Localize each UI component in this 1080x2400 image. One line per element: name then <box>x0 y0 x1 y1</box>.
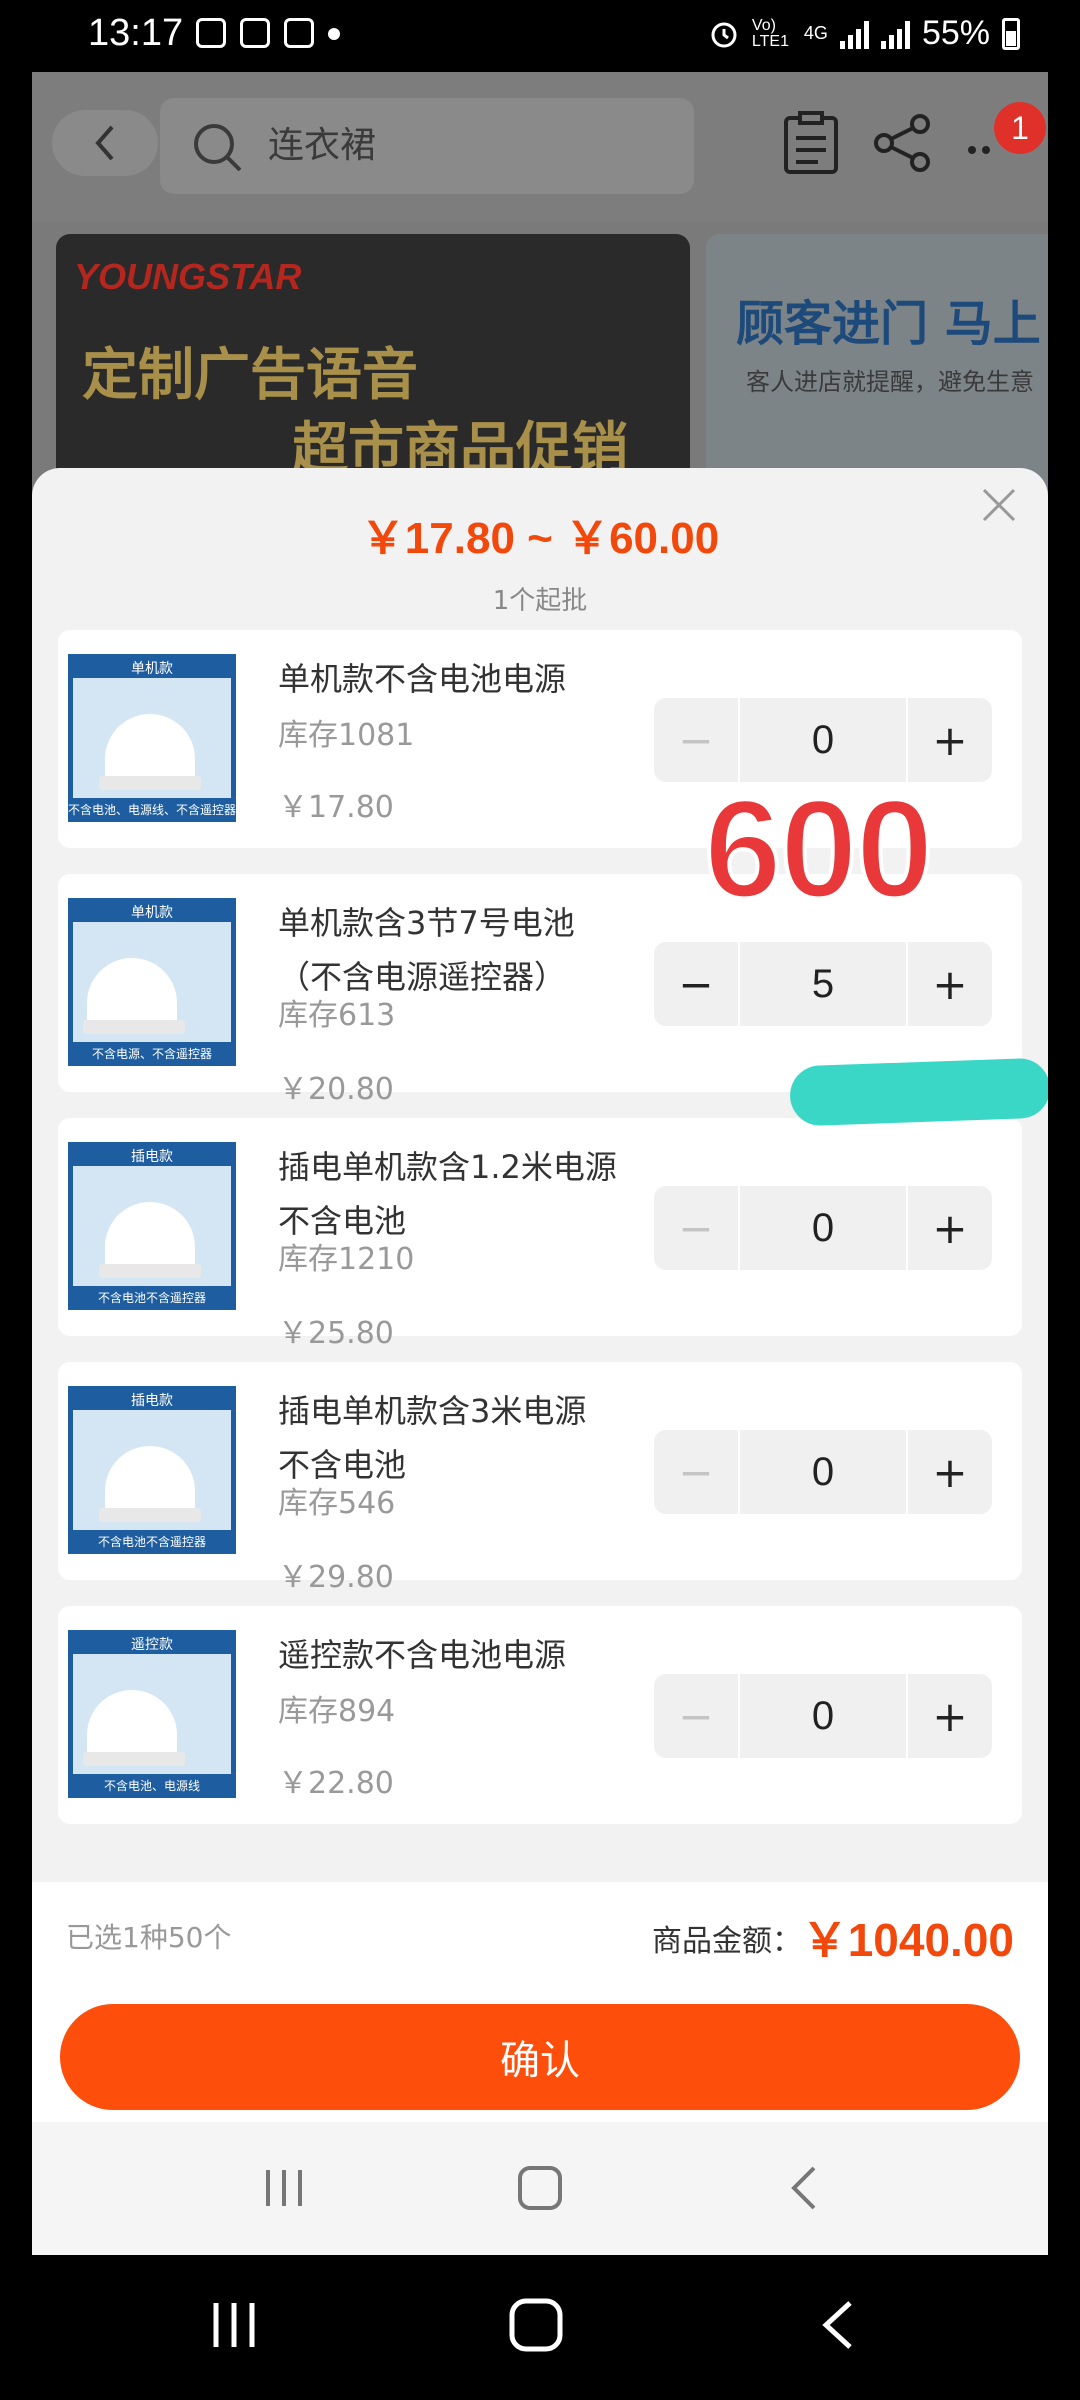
signal-icon-2 <box>880 19 910 49</box>
app-notification-icon <box>240 18 270 48</box>
order-summary: 已选1种50个 商品金额： ￥1040.00 <box>32 1882 1048 1982</box>
increment-button[interactable]: + <box>908 942 992 1026</box>
more-notifications-dot-icon <box>328 28 340 40</box>
decrement-button[interactable]: − <box>654 1674 738 1758</box>
confirm-bar: 确认 <box>32 1982 1048 2122</box>
decrement-button[interactable]: − <box>654 942 738 1026</box>
product-thumbnail: 插电款 不含电池不含遥控器 <box>68 1142 236 1310</box>
banner-subtitle: 客人进店就提醒，避免生意 <box>746 368 1034 396</box>
product-thumbnail: 单机款 不含电池、电源线、不含遥控器 <box>68 654 236 822</box>
quantity-stepper: − + <box>654 1430 992 1514</box>
search-input[interactable] <box>268 120 668 170</box>
search-icon <box>194 124 242 172</box>
price-range: ￥17.80 ~ ￥60.00 <box>360 514 720 563</box>
promo-banner-left[interactable]: YOUNGSTAR 定制广告语音 超市商品促销 <box>56 234 690 494</box>
back-icon[interactable] <box>810 2295 870 2355</box>
sku-selection-sheet: ￥17.80 ~ ￥60.00 1个起批 单机款 不含电池、电源线、不含遥控器 … <box>32 468 1048 2118</box>
annotation-overlay-text: 600 <box>702 768 936 929</box>
product-price: ￥17.80 <box>278 790 394 825</box>
thumb-tag: 插电款 <box>131 1393 173 1409</box>
decrement-button[interactable]: − <box>654 1186 738 1270</box>
quantity-input[interactable] <box>740 1430 906 1514</box>
product-price: ￥22.80 <box>278 1766 394 1801</box>
product-stock: 库存1081 <box>278 718 415 753</box>
product-thumbnail: 单机款 不含电源、不含遥控器 <box>68 898 236 1066</box>
shopping-bag-icon <box>196 18 226 48</box>
quantity-stepper: − + <box>654 942 992 1026</box>
home-icon[interactable] <box>506 2295 566 2355</box>
chevron-left-icon <box>95 125 114 161</box>
back-icon[interactable] <box>776 2158 836 2218</box>
home-icon[interactable] <box>510 2158 570 2218</box>
product-stock: 库存1210 <box>278 1242 415 1277</box>
system-nav-bar <box>0 2255 1080 2400</box>
thumb-caption: 不含电池、电源线、不含遥控器 <box>68 803 236 817</box>
promo-banner-right[interactable]: 顾客进门 马上 客人进店就提醒，避免生意 <box>706 234 1048 494</box>
min-order-qty: 1个起批 <box>492 586 588 616</box>
top-bar: 1 <box>32 72 1048 222</box>
clipboard-icon[interactable] <box>778 110 844 176</box>
app-nav-bar <box>32 2122 1048 2255</box>
thumb-tag: 单机款 <box>131 905 173 921</box>
product-stock: 库存546 <box>278 1486 396 1521</box>
volte-label: Vo) LTE1 <box>751 16 789 50</box>
quantity-input[interactable] <box>740 942 906 1026</box>
status-right: Vo) LTE1 4G 55% <box>708 14 1020 53</box>
product-name: 单机款不含电池电源 <box>278 660 567 698</box>
gallery-icon <box>284 18 314 48</box>
increment-button[interactable]: + <box>908 1430 992 1514</box>
thumb-caption: 不含电池不含遥控器 <box>97 1291 206 1305</box>
thumb-tag: 单机款 <box>131 661 173 677</box>
product-thumbnail: 插电款 不含电池不含遥控器 <box>68 1386 236 1554</box>
redaction-scribble <box>789 1057 1048 1127</box>
search-box[interactable] <box>160 98 694 194</box>
notification-icons <box>196 18 340 48</box>
back-button[interactable] <box>52 110 158 176</box>
status-bar: 13:17 Vo) LTE1 4G 55% <box>0 0 1080 72</box>
thumb-caption: 不含电池不含遥控器 <box>97 1535 206 1549</box>
signal-icon <box>839 19 869 49</box>
product-card: 插电款 不含电池不含遥控器 插电单机款含1.2米电源不含电池 库存1210 ￥2… <box>58 1118 1022 1351</box>
thumb-caption: 不含电源、不含遥控器 <box>91 1047 212 1061</box>
product-name: 插电单机款含3米电源不含电池 <box>278 1392 587 1484</box>
confirm-button[interactable]: 确认 <box>60 2004 1020 2110</box>
network-type: 4G <box>803 23 828 43</box>
increment-button[interactable]: + <box>908 1674 992 1758</box>
product-name: 单机款含3节7号电池（不含电源遥控器） <box>278 904 575 996</box>
product-stock: 库存894 <box>278 1694 396 1729</box>
increment-button[interactable]: + <box>908 1186 992 1270</box>
status-time: 13:17 <box>88 12 184 54</box>
share-icon[interactable] <box>870 110 936 176</box>
product-card: 插电款 不含电池不含遥控器 插电单机款含3米电源不含电池 库存546 ￥29.8… <box>58 1362 1022 1595</box>
product-price: ￥29.80 <box>278 1560 394 1595</box>
brand-logo: YOUNGSTAR <box>74 256 302 297</box>
quantity-stepper: − + <box>654 1674 992 1758</box>
alarm-icon <box>711 22 737 47</box>
quantity-input[interactable] <box>740 1186 906 1270</box>
notification-badge: 1 <box>994 102 1046 154</box>
quantity-input[interactable] <box>740 1674 906 1758</box>
thumb-caption: 不含电池、电源线 <box>103 1779 200 1793</box>
product-card: 遥控款 不含电池、电源线 遥控款不含电池电源 库存894 ￥22.80 − + <box>58 1606 1022 1824</box>
selected-count: 已选1种50个 <box>66 1921 232 1954</box>
battery-icon <box>1002 17 1020 50</box>
banner-title: 顾客进门 马上 <box>736 296 1041 352</box>
product-price: ￥20.80 <box>278 1072 394 1107</box>
app-screen: 1 YOUNGSTAR 定制广告语音 超市商品促销 顾客进门 马上 客人进店就提… <box>32 72 1048 2255</box>
thumb-tag: 遥控款 <box>131 1637 173 1653</box>
product-name: 遥控款不含电池电源 <box>278 1636 567 1674</box>
quantity-stepper: − + <box>654 1186 992 1270</box>
banner-line-1: 定制广告语音 <box>82 343 418 408</box>
product-stock: 库存613 <box>278 998 396 1033</box>
total-amount: ￥1040.00 <box>801 1914 1014 1966</box>
thumb-tag: 插电款 <box>131 1149 173 1165</box>
product-name: 插电单机款含1.2米电源不含电池 <box>278 1148 617 1240</box>
battery-percent: 55% <box>921 14 990 52</box>
decrement-button[interactable]: − <box>654 1430 738 1514</box>
product-price: ￥25.80 <box>278 1316 394 1351</box>
recents-icon[interactable] <box>254 2158 314 2218</box>
total-label: 商品金额： <box>652 1924 802 1959</box>
product-thumbnail: 遥控款 不含电池、电源线 <box>68 1630 236 1798</box>
recents-icon[interactable] <box>204 2295 264 2355</box>
